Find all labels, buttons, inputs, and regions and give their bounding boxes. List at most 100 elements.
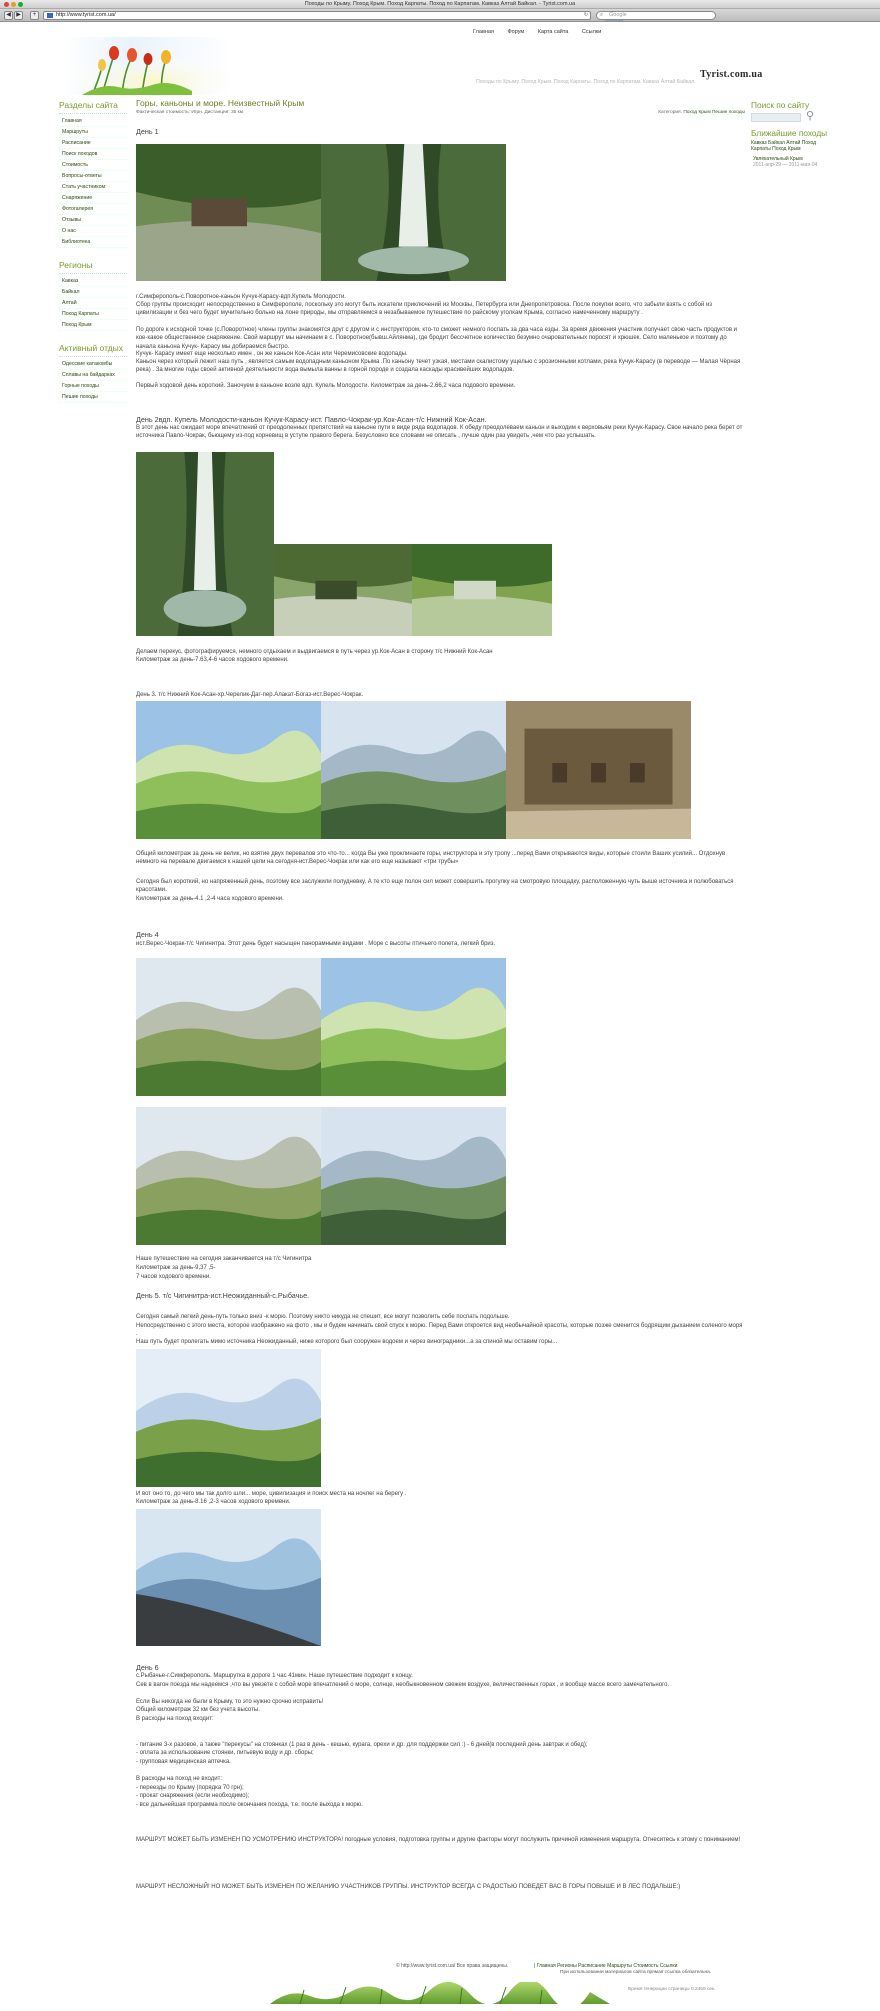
trip-photo (136, 144, 321, 281)
p6f-text: В расходы на поход не входит: (136, 1776, 223, 1782)
site-name[interactable]: Tyrist.com.ua (700, 69, 763, 80)
p6e-text: В расходы на поход входит: (136, 1716, 214, 1722)
sidebar-sections-item[interactable]: Вопросы-ответы (59, 171, 127, 182)
top-navigation: Главная Форум Карта сайта Ссылки (473, 29, 613, 35)
day4-heading-text: День 4 (136, 930, 159, 939)
main-content: Горы, каньоны и море. Неизвестный Крым Ф… (136, 98, 745, 136)
topnav-links-link[interactable]: Ссылки (582, 29, 601, 35)
sidebar-sections-item[interactable]: Фотогалерея (59, 204, 127, 215)
trip-photo (506, 701, 691, 839)
sidebar-regions-item[interactable]: Байкал (59, 287, 127, 298)
forward-button[interactable]: ▶ (14, 11, 23, 20)
p5b-text: Непосредственно с этого места, которое и… (136, 1323, 743, 1338)
warn2-text: МАРШРУТ НЕСЛОЖНЫЙ! НО МОЖЕТ БЫТЬ ИЗМЕНЕН… (136, 1884, 681, 1890)
expense-list-item: - оплата за использование стоянки, питье… (136, 1750, 314, 1757)
p2a-text: В этот день нас ожидает море впечатлений… (136, 425, 743, 440)
left-sidebar: Разделы сайта Главная Маршруты Расписание П… (59, 98, 127, 403)
footer-copyright: © http://www.tyrist.com.ua/ Все права за… (396, 1963, 509, 1969)
sidebar-active-item[interactable]: Горные походы (59, 381, 127, 392)
page-meta: Фактическая стоимость: Игрн. Дистанция: … (136, 110, 244, 115)
generation-time: Время генерации страницы 0.2459 сек. (628, 1987, 716, 1992)
upcoming-tours-heading: Ближайшие походы (751, 128, 828, 138)
p1b-text: По дороге к исходной точке (с.Поворотное… (136, 327, 738, 350)
route4-text: ист.Верес-Чокрак-т/с Чигинитра. Этот ден… (136, 941, 496, 947)
category-label: Категория: (658, 110, 682, 115)
flowers-logo-image (62, 37, 232, 95)
site-tagline: Походы по Крыму. Поход Крым. Поход Карпа… (476, 79, 696, 85)
trip-photo (136, 1107, 321, 1245)
upcoming-region-links[interactable]: Кавказ Байкал Алтай Поход Карпаты Поход … (751, 140, 831, 152)
add-bookmark-button[interactable]: + (30, 11, 39, 20)
sidebar-sections-item[interactable]: О нас (59, 226, 127, 237)
p4b-text: Километраж за день-9,37 ,5- (136, 1265, 216, 1271)
address-bar[interactable]: http://www.tyrist.com.ua/ Google ↻ (43, 11, 624, 21)
right-sidebar: Поиск по сайту ⚲ Ближайшие походы Кавказ… (751, 100, 831, 168)
trip-photo (136, 958, 321, 1096)
p4c-text: 7 часов ходового времени. (136, 1274, 211, 1280)
topnav-home-link[interactable]: Главная (473, 29, 494, 35)
sidebar-sections-item[interactable]: Отзывы (59, 215, 127, 226)
site-search-heading: Поиск по сайту (751, 100, 810, 110)
sidebar-regions-item[interactable]: Кавказ (59, 276, 127, 287)
sidebar-sections-item[interactable]: Стать участником (59, 182, 127, 193)
trip-photo (136, 452, 274, 636)
trip-photo (136, 701, 321, 839)
trip-photo (412, 544, 552, 636)
p6b-text: Сев в вагон поезда мы надеемся ,что вы у… (136, 1682, 670, 1688)
footer-note: При использовании материалов сайта пряма… (560, 1970, 712, 1975)
reload-icon[interactable]: ↻ (583, 13, 589, 18)
expense-list-item: - прокат снаряжения (если необходимо); (136, 1793, 250, 1800)
p5e-text: Километраж за день-8.16 ,2-3 часов ходов… (136, 1499, 291, 1505)
sidebar-sections-item[interactable]: Стоимость (59, 160, 127, 171)
grass-footer-image (270, 1982, 610, 2004)
sidebar-regions-item[interactable]: Алтай (59, 298, 127, 309)
sidebar-regions-item[interactable]: Поход Карпаты (59, 309, 127, 320)
page-category: Категория: Поход Крым Пешие походы (658, 110, 745, 115)
window-title: Походы по Крыму. Поход Крым. Поход Карпа… (304, 1, 576, 7)
sections-heading: Разделы сайта (59, 100, 127, 114)
active-rest-heading: Активный отдых (59, 343, 127, 357)
regions-heading: Регионы (59, 260, 127, 274)
window-titlebar: Походы по Крыму. Поход Крым. Поход Карпа… (0, 0, 880, 9)
sidebar-regions-item[interactable]: Поход Крым (59, 320, 127, 331)
trip-photo (136, 1349, 321, 1487)
browser-toolbar: ◀ ▶ + http://www.tyrist.com.ua/ Google ↻… (0, 9, 880, 22)
site-search-input[interactable] (751, 113, 801, 122)
day6-heading-text: День 6 (136, 1663, 159, 1672)
day1-heading: День 1 (136, 127, 159, 136)
favicon-icon (47, 13, 53, 18)
trip-photo (321, 701, 506, 839)
p2c-text: Километраж за день-7.63,4-6 часов ходово… (136, 657, 289, 663)
browser-search-field[interactable]: ⌕ Google (596, 11, 716, 20)
upcoming-event-dates: 2011-апр-29 — 2011-мая-04 (753, 162, 818, 168)
expense-list-item: - групповая медицинская аптечка. (136, 1758, 231, 1765)
sidebar-sections-item[interactable]: Главная (59, 116, 127, 127)
back-button[interactable]: ◀ (4, 11, 13, 20)
site-header: Главная Форум Карта сайта Ссылки Tyrist.… (0, 23, 880, 95)
category-links[interactable]: Поход Крым Пешие походы (683, 110, 745, 115)
p1a-text: Сбор группы происходит непосредственно в… (136, 302, 713, 317)
sidebar-sections-item[interactable]: Снаряжение (59, 193, 127, 204)
day3-text: День 3. т/с Нижний Кок-Асан-хр.Черелик-Д… (136, 692, 364, 698)
p3b-text: Сегодня был короткий, но напряженный ден… (136, 879, 734, 894)
search-icon[interactable]: ⚲ (806, 109, 814, 122)
sidebar-sections-item[interactable]: Поиск походов (59, 149, 127, 160)
trip-photo (136, 1509, 321, 1646)
sidebar-sections-item[interactable]: Маршруты (59, 127, 127, 138)
footer-links[interactable]: | Главная Регионы Расписание Маршруты Ст… (534, 1963, 677, 1969)
sidebar-sections-item[interactable]: Расписание (59, 138, 127, 149)
site-footer: © http://www.tyrist.com.ua/ Все права за… (0, 1955, 880, 2011)
p4a-text: Наше путешествие на сегодня заканчиваетс… (136, 1256, 312, 1262)
sidebar-active-item[interactable]: Пешие походы (59, 392, 127, 403)
search-icon: ⌕ (600, 12, 604, 18)
sidebar-sections-item[interactable]: Библиотека (59, 237, 127, 248)
topnav-forum-link[interactable]: Форум (507, 29, 524, 35)
p6d-text: Общий километраж 32 км без учета высоты. (136, 1707, 260, 1713)
p3c-text: Километраж за день-4.1 ,2-4 часа ходовог… (136, 896, 284, 902)
expense-list-item: - питание 3-х разовое, а также "перекусы… (136, 1742, 588, 1748)
sidebar-active-item[interactable]: Сплавы на байдарках (59, 370, 127, 381)
topnav-sitemap-link[interactable]: Карта сайта (538, 29, 569, 35)
sidebar-active-item[interactable]: Одесские катакомбы (59, 359, 127, 370)
expense-list-item: - все дальнейшая программа после окончан… (136, 1801, 363, 1808)
search-placeholder: Google (609, 12, 627, 18)
